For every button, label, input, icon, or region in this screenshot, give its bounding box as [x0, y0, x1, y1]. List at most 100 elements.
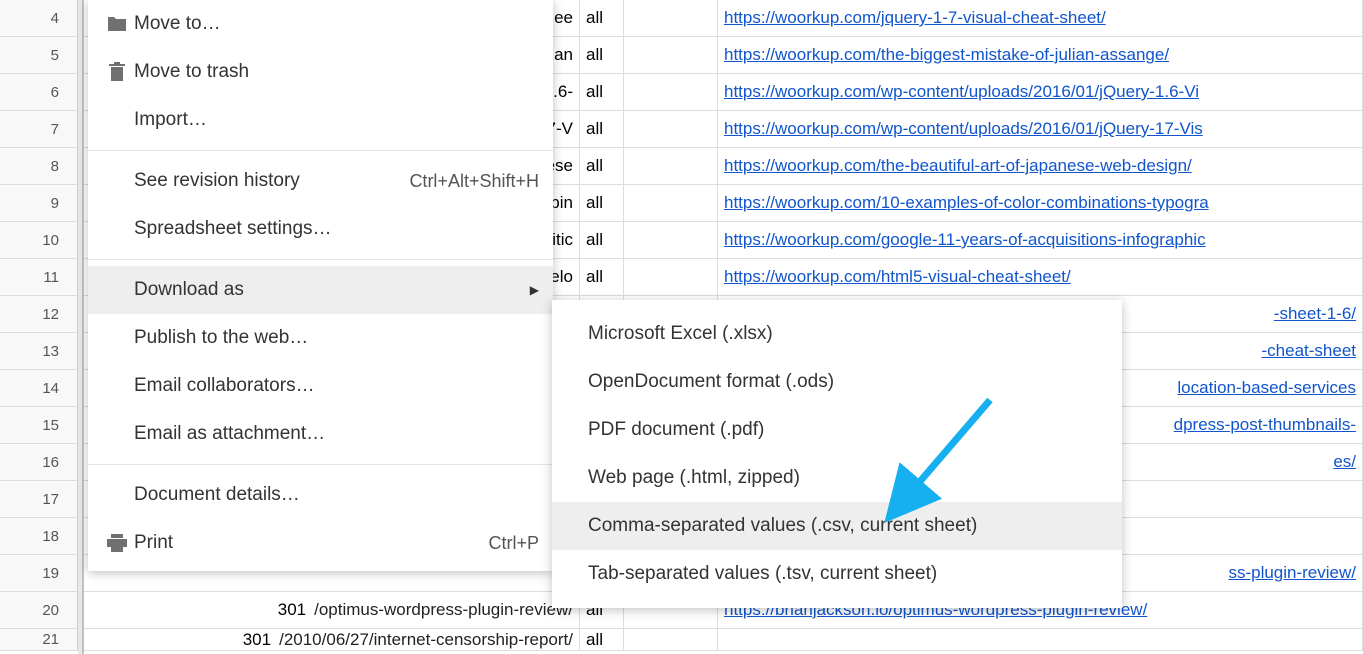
file-menu: Move to… Move to trash Import… See revis…: [88, 0, 553, 571]
cell[interactable]: all: [580, 629, 624, 650]
row-header[interactable]: 12: [0, 296, 78, 333]
menu-item-move-to-trash[interactable]: Move to trash: [88, 48, 553, 96]
row-header[interactable]: 16: [0, 444, 78, 481]
cell[interactable]: 301 /optimus-wordpress-plugin-review/: [84, 592, 580, 628]
menu-label: Print: [134, 532, 488, 554]
cell[interactable]: [624, 148, 718, 184]
submenu-item-html[interactable]: Web page (.html, zipped): [552, 454, 1122, 502]
cell[interactable]: all: [580, 222, 624, 258]
cell[interactable]: all: [580, 259, 624, 295]
cell[interactable]: all: [580, 37, 624, 73]
cell[interactable]: https://woorkup.com/the-biggest-mistake-…: [718, 37, 1363, 73]
row-header[interactable]: 21: [0, 629, 78, 651]
row-header[interactable]: 5: [0, 37, 78, 74]
cell-text: /optimus-wordpress-plugin-review/: [314, 600, 573, 620]
cell-link-partial[interactable]: -cheat-sheet: [1262, 341, 1357, 361]
cell[interactable]: https://woorkup.com/html5-visual-cheat-s…: [718, 259, 1363, 295]
cell-link-partial[interactable]: ss-plugin-review/: [1228, 563, 1356, 583]
cell[interactable]: all: [580, 111, 624, 147]
submenu-item-ods[interactable]: OpenDocument format (.ods): [552, 358, 1122, 406]
menu-label: Import…: [134, 109, 539, 131]
menu-item-move-to[interactable]: Move to…: [88, 0, 553, 48]
menu-item-download-as[interactable]: Download as ▶: [88, 266, 553, 314]
menu-shortcut: Ctrl+P: [488, 533, 539, 554]
cell[interactable]: [624, 629, 718, 650]
menu-label: Download as: [134, 279, 520, 301]
menu-item-import[interactable]: Import…: [88, 96, 553, 144]
cell-link[interactable]: https://woorkup.com/the-biggest-mistake-…: [724, 45, 1169, 65]
row-header[interactable]: 9: [0, 185, 78, 222]
cell-link-partial[interactable]: es/: [1333, 452, 1356, 472]
menu-label: Move to trash: [134, 61, 539, 83]
cell[interactable]: [624, 37, 718, 73]
cell-link[interactable]: https://woorkup.com/wp-content/uploads/2…: [724, 119, 1203, 139]
cell-link[interactable]: https://woorkup.com/html5-visual-cheat-s…: [724, 267, 1071, 287]
folder-icon: [102, 15, 132, 33]
row-header[interactable]: 20: [0, 592, 78, 629]
submenu-item-tsv[interactable]: Tab-separated values (.tsv, current shee…: [552, 550, 1122, 598]
cell[interactable]: all: [580, 148, 624, 184]
row-header[interactable]: 17: [0, 481, 78, 518]
cell-link-partial[interactable]: dpress-post-thumbnails-: [1174, 415, 1356, 435]
row-header[interactable]: 18: [0, 518, 78, 555]
menu-item-revision-history[interactable]: See revision history Ctrl+Alt+Shift+H: [88, 157, 553, 205]
row-header[interactable]: 7: [0, 111, 78, 148]
menu-separator: [88, 259, 553, 260]
row-header[interactable]: 11: [0, 259, 78, 296]
cell-text: 301: [278, 600, 306, 620]
print-icon: [102, 534, 132, 552]
download-as-submenu: Microsoft Excel (.xlsx) OpenDocument for…: [552, 300, 1122, 608]
row-header[interactable]: 6: [0, 74, 78, 111]
cell[interactable]: [624, 185, 718, 221]
row-header[interactable]: 15: [0, 407, 78, 444]
menu-label: Document details…: [134, 484, 539, 506]
cell[interactable]: https://woorkup.com/wp-content/uploads/2…: [718, 74, 1363, 110]
submenu-item-csv[interactable]: Comma-separated values (.csv, current sh…: [552, 502, 1122, 550]
row-header[interactable]: 8: [0, 148, 78, 185]
menu-label: Email as attachment…: [134, 423, 539, 445]
menu-label: See revision history: [134, 170, 409, 192]
menu-item-email-attachment[interactable]: Email as attachment…: [88, 410, 553, 458]
cell-link[interactable]: https://woorkup.com/wp-content/uploads/2…: [724, 82, 1199, 102]
menu-label: Publish to the web…: [134, 327, 539, 349]
cell[interactable]: https://woorkup.com/the-beautiful-art-of…: [718, 148, 1363, 184]
row-header[interactable]: 4: [0, 0, 78, 37]
cell[interactable]: 301 /2010/06/27/internet-censorship-repo…: [84, 629, 580, 650]
menu-item-spreadsheet-settings[interactable]: Spreadsheet settings…: [88, 205, 553, 253]
cell[interactable]: [624, 259, 718, 295]
cell-link[interactable]: https://woorkup.com/jquery-1-7-visual-ch…: [724, 8, 1106, 28]
cell-link[interactable]: https://woorkup.com/google-11-years-of-a…: [724, 230, 1206, 250]
menu-item-document-details[interactable]: Document details…: [88, 471, 553, 519]
cell[interactable]: https://woorkup.com/10-examples-of-color…: [718, 185, 1363, 221]
cell[interactable]: https://woorkup.com/jquery-1-7-visual-ch…: [718, 0, 1363, 36]
cell[interactable]: [624, 0, 718, 36]
cell[interactable]: all: [580, 185, 624, 221]
row-header-column: 4 5 6 7 8 9 10 11 12 13 14 15 16 17 18 1…: [0, 0, 78, 651]
row-header[interactable]: 13: [0, 333, 78, 370]
menu-item-publish-web[interactable]: Publish to the web…: [88, 314, 553, 362]
cell[interactable]: all: [580, 74, 624, 110]
cell[interactable]: all: [580, 0, 624, 36]
row-header[interactable]: 10: [0, 222, 78, 259]
menu-separator: [88, 464, 553, 465]
cell[interactable]: [718, 629, 1363, 650]
row-header[interactable]: 14: [0, 370, 78, 407]
cell[interactable]: [624, 74, 718, 110]
cell[interactable]: [624, 222, 718, 258]
menu-item-print[interactable]: Print Ctrl+P: [88, 519, 553, 567]
cell[interactable]: https://woorkup.com/google-11-years-of-a…: [718, 222, 1363, 258]
cell-link-partial[interactable]: -sheet-1-6/: [1274, 304, 1356, 324]
menu-label: Move to…: [134, 13, 539, 35]
cell[interactable]: https://woorkup.com/wp-content/uploads/2…: [718, 111, 1363, 147]
menu-item-email-collaborators[interactable]: Email collaborators…: [88, 362, 553, 410]
menu-label: Spreadsheet settings…: [134, 218, 539, 240]
cell-link[interactable]: https://woorkup.com/10-examples-of-color…: [724, 193, 1209, 213]
menu-label: Email collaborators…: [134, 375, 539, 397]
cell[interactable]: [624, 111, 718, 147]
submenu-item-pdf[interactable]: PDF document (.pdf): [552, 406, 1122, 454]
submenu-item-xlsx[interactable]: Microsoft Excel (.xlsx): [552, 310, 1122, 358]
table-row[interactable]: 301 /2010/06/27/internet-censorship-repo…: [84, 629, 1363, 651]
row-header[interactable]: 19: [0, 555, 78, 592]
cell-link[interactable]: https://woorkup.com/the-beautiful-art-of…: [724, 156, 1192, 176]
cell-link-partial[interactable]: location-based-services: [1177, 378, 1356, 398]
